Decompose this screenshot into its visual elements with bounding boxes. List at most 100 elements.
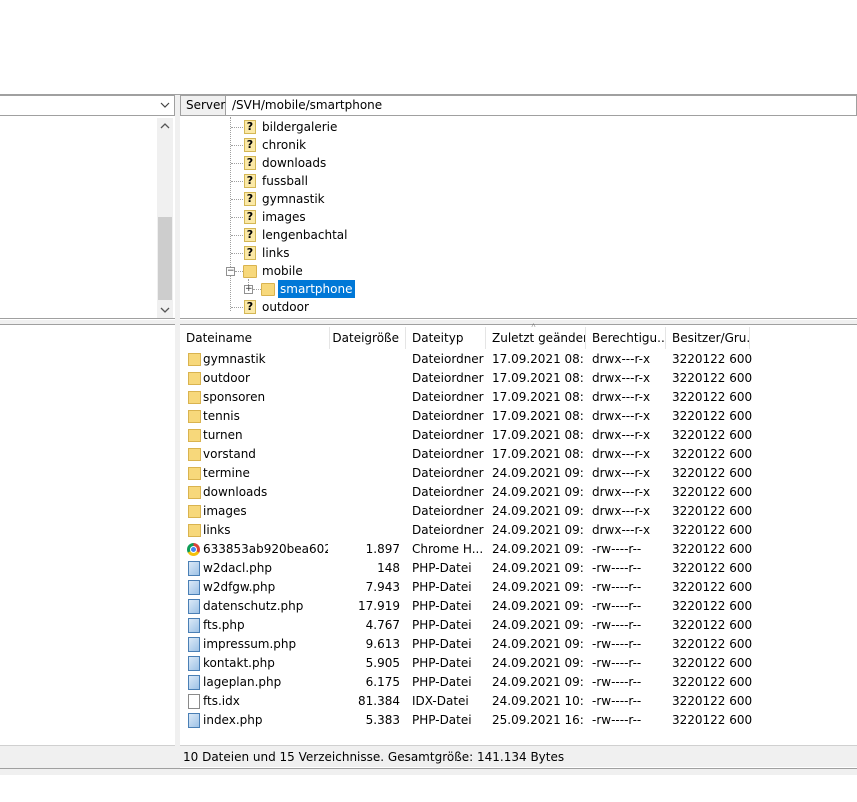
php-file-icon — [188, 580, 200, 595]
file-row[interactable]: w2dacl.php 148 PHP-Datei 24.09.2021 09:2...… — [180, 559, 857, 578]
file-size: 5.905 — [365, 656, 400, 670]
file-modified: 24.09.2021 09:4... — [492, 485, 584, 499]
file-row[interactable]: turnen Dateiordner 17.09.2021 08:2... drwx-… — [180, 426, 857, 445]
file-row[interactable]: vorstand Dateiordner 17.09.2021 08:2... drw… — [180, 445, 857, 464]
php-file-icon — [188, 561, 200, 576]
file-name: vorstand — [203, 447, 256, 461]
file-owner: 3220122 600 — [672, 618, 752, 632]
file-row[interactable]: w2dfgw.php 7.943 PHP-Datei 24.09.2021 09:2.… — [180, 578, 857, 597]
splitter-bottom[interactable] — [0, 769, 857, 775]
tree-node-label: fussball — [262, 174, 308, 188]
tree-node-label: mobile — [262, 264, 303, 278]
tree-node-outdoor[interactable]: ? outdoor — [180, 298, 480, 316]
column-header-owner[interactable]: Besitzer/Gru... — [666, 327, 750, 349]
file-permissions: -rw----r-- — [592, 637, 642, 651]
file-icon — [188, 694, 200, 709]
status-text: 10 Dateien und 15 Verzeichnisse. Gesamtg… — [183, 750, 565, 764]
file-row[interactable]: images Dateiordner 24.09.2021 09:4... drwx-… — [180, 502, 857, 521]
server-path-input[interactable]: /SVH/mobile/smartphone — [226, 95, 857, 116]
file-name: termine — [203, 466, 250, 480]
file-owner: 3220122 600 — [672, 561, 752, 575]
folder-icon — [188, 410, 201, 423]
collapse-toggle[interactable]: − — [226, 267, 235, 276]
tree-node-images[interactable]: ? images — [180, 208, 480, 226]
file-row[interactable]: tennis Dateiordner 17.09.2021 08:2... drwx-… — [180, 407, 857, 426]
column-header-modified[interactable]: Zuletzt geändert — [486, 327, 586, 349]
tree-node-fussball[interactable]: ? fussball — [180, 172, 480, 190]
file-row[interactable]: lageplan.php 6.175 PHP-Datei 24.09.2021 09:… — [180, 673, 857, 692]
file-owner: 3220122 600 — [672, 542, 752, 556]
php-file-icon — [188, 656, 200, 671]
file-row[interactable]: impressum.php 9.613 PHP-Datei 24.09.2021 09… — [180, 635, 857, 654]
chevron-down-icon[interactable] — [159, 99, 171, 111]
unknown-folder-icon: ? — [244, 228, 256, 242]
tree-node-lengenbachtal[interactable]: ? lengenbachtal — [180, 226, 480, 244]
file-row[interactable]: kontakt.php 5.905 PHP-Datei 24.09.2021 09:5… — [180, 654, 857, 673]
file-modified: 17.09.2021 08:1... — [492, 352, 584, 366]
file-modified: 25.09.2021 16:3... — [492, 713, 584, 727]
file-permissions: drwx---r-x — [592, 409, 651, 423]
file-permissions: drwx---r-x — [592, 352, 651, 366]
tree-node-label: outdoor — [262, 300, 309, 314]
tree-guide-line — [253, 289, 261, 290]
file-row[interactable]: links Dateiordner 24.09.2021 09:5... drwx--… — [180, 521, 857, 540]
file-modified: 24.09.2021 10:1... — [492, 694, 584, 708]
file-permissions: -rw----r-- — [592, 542, 642, 556]
tree-node-gymnastik[interactable]: ? gymnastik — [180, 190, 480, 208]
folder-icon — [188, 391, 201, 404]
chevron-down-icon[interactable] — [160, 305, 170, 315]
tree-node-bildergalerie[interactable]: ? bildergalerie — [180, 118, 480, 136]
tree-node-chronik[interactable]: ? chronik — [180, 136, 480, 154]
file-owner: 3220122 600 — [672, 599, 752, 613]
tree-node-downloads[interactable]: ? downloads — [180, 154, 480, 172]
tree-node-mobile[interactable]: − mobile — [180, 262, 480, 280]
file-permissions: -rw----r-- — [592, 580, 642, 594]
tree-node-smartphone[interactable]: + smartphone — [180, 280, 480, 298]
file-row[interactable]: 633853ab920bea602.h... 1.897 Chrome H... 24… — [180, 540, 857, 559]
file-row[interactable]: datenschutz.php 17.919 PHP-Datei 24.09.2021… — [180, 597, 857, 616]
column-header-size[interactable]: Dateigröße — [330, 327, 406, 349]
file-row[interactable]: sponsoren Dateiordner 17.09.2021 08:2... dr… — [180, 388, 857, 407]
file-row[interactable]: index.php 5.383 PHP-Datei 25.09.2021 16:3..… — [180, 711, 857, 730]
file-size: 9.613 — [365, 637, 400, 651]
scrollbar-thumb[interactable] — [158, 217, 172, 300]
column-header-type[interactable]: Dateityp — [406, 327, 486, 349]
file-name: links — [203, 523, 231, 537]
file-row[interactable]: outdoor Dateiordner 17.09.2021 08:2... drwx… — [180, 369, 857, 388]
file-type: PHP-Datei — [412, 637, 472, 651]
file-modified: 24.09.2021 09:5... — [492, 675, 584, 689]
file-row[interactable]: gymnastik Dateiordner 17.09.2021 08:1... dr… — [180, 350, 857, 369]
file-name: fts.php — [203, 618, 245, 632]
column-header-filename[interactable]: Dateiname — [180, 327, 330, 349]
tree-node-links[interactable]: ? links — [180, 244, 480, 262]
file-row[interactable]: fts.php 4.767 PHP-Datei 24.09.2021 09:5...-… — [180, 616, 857, 635]
column-header-permissions[interactable]: Berechtigu... — [586, 327, 666, 349]
local-file-list[interactable] — [0, 325, 175, 745]
file-name: 633853ab920bea602.h... — [203, 542, 328, 556]
file-row[interactable]: downloads Dateiordner 24.09.2021 09:4... dr… — [180, 483, 857, 502]
server-path-label: Server: — [180, 95, 229, 116]
folder-icon — [261, 283, 275, 296]
file-row[interactable]: termine Dateiordner 24.09.2021 09:2... drwx… — [180, 464, 857, 483]
local-directory-tree[interactable] — [0, 117, 175, 318]
tree-guide-line — [231, 307, 243, 308]
file-modified: 24.09.2021 09:2... — [492, 580, 584, 594]
tree-node-label: chronik — [262, 138, 307, 152]
chevron-up-icon[interactable] — [160, 121, 170, 131]
local-path-combobox[interactable] — [0, 95, 175, 116]
local-tree-scrollbar[interactable] — [157, 118, 173, 318]
file-owner: 3220122 600 — [672, 713, 752, 727]
file-permissions: -rw----r-- — [592, 618, 642, 632]
file-type: PHP-Datei — [412, 656, 472, 670]
tree-guide-line — [231, 127, 243, 128]
remote-directory-tree[interactable]: ? bildergalerie ? chronik ? downloads ? … — [180, 117, 857, 318]
tree-guide-line — [231, 181, 243, 182]
tree-guide-line — [231, 199, 243, 200]
file-owner: 3220122 600 — [672, 447, 752, 461]
file-modified: 24.09.2021 09:2... — [492, 561, 584, 575]
file-type: Dateiordner — [412, 390, 484, 404]
file-permissions: -rw----r-- — [592, 599, 642, 613]
file-row[interactable]: fts.idx 81.384 IDX-Datei 24.09.2021 10:1...… — [180, 692, 857, 711]
expand-toggle[interactable]: + — [244, 285, 253, 294]
tree-node-label: images — [262, 210, 306, 224]
